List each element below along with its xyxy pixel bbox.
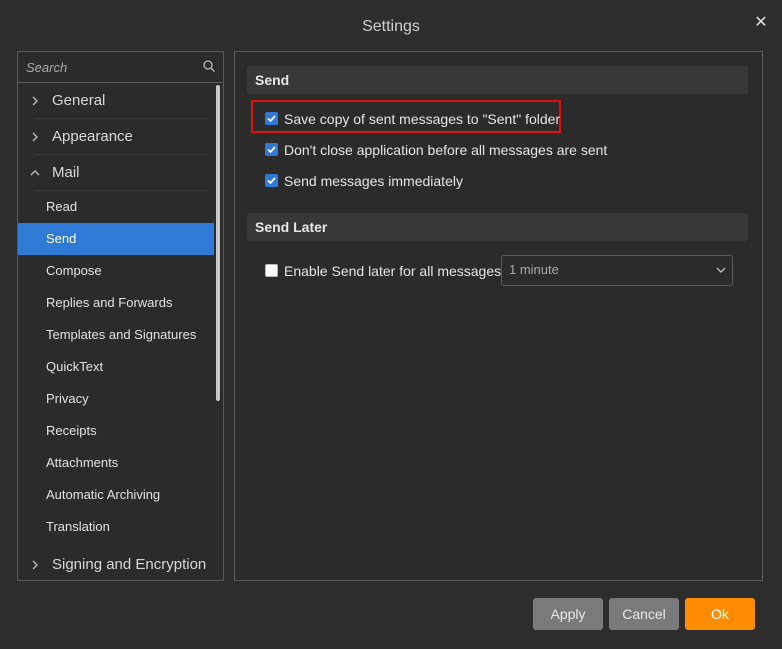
nav-item-label: Signing and Encryption [52, 556, 207, 573]
checkbox-checked-icon[interactable] [265, 174, 278, 187]
chevron-right-icon [32, 96, 38, 106]
chevron-right-icon [32, 132, 38, 142]
window-title: Settings [362, 18, 420, 35]
nav-item-quicktext[interactable]: QuickText [18, 351, 214, 383]
nav-item-automatic-archiving[interactable]: Automatic Archiving [18, 479, 214, 511]
checkbox-label: Send messages immediately [284, 173, 463, 189]
checkbox-label: Don't close application before all messa… [284, 142, 608, 158]
nav-item-templates-signatures[interactable]: Templates and Signatures [18, 319, 214, 351]
nav-item-replies-forwards[interactable]: Replies and Forwards [18, 287, 214, 319]
nav-item-send[interactable]: Send [18, 223, 214, 255]
chevron-up-icon [30, 170, 40, 176]
nav-item-general[interactable]: General [18, 83, 214, 119]
nav-item-label: Appearance [52, 128, 133, 145]
checkbox-checked-icon[interactable] [265, 143, 278, 156]
cancel-button[interactable]: Cancel [609, 598, 679, 630]
section-header-send: Send [247, 66, 748, 94]
section-header-send-later: Send Later [247, 213, 748, 241]
checkbox-label: Save copy of sent messages to "Sent" fol… [284, 111, 561, 127]
search-box [18, 52, 223, 83]
nav-item-translation[interactable]: Translation [18, 511, 214, 543]
search-input[interactable] [18, 52, 206, 82]
nav-item-label: General [52, 92, 106, 109]
nav-scrollbar[interactable] [216, 85, 220, 401]
settings-content-panel: Send Save copy of sent messages to "Sent… [234, 51, 763, 581]
nav-item-signing-encryption[interactable]: Signing and Encryption [18, 547, 214, 580]
close-icon[interactable]: ✕ [752, 14, 770, 32]
nav-item-appearance[interactable]: Appearance [18, 119, 214, 155]
ok-button[interactable]: Ok [685, 598, 755, 630]
checkbox-unchecked-icon[interactable] [265, 264, 278, 277]
nav-item-read[interactable]: Read [18, 191, 214, 223]
settings-nav-panel: General Appearance Mail Read Send Compos… [17, 51, 224, 581]
search-icon[interactable] [203, 60, 215, 72]
apply-button[interactable]: Apply [533, 598, 603, 630]
nav-item-attachments[interactable]: Attachments [18, 447, 214, 479]
nav-item-privacy[interactable]: Privacy [18, 383, 214, 415]
send-later-delay-select[interactable]: 1 minute [501, 255, 733, 286]
chevron-down-icon [716, 267, 726, 273]
nav-item-receipts[interactable]: Receipts [18, 415, 214, 447]
chevron-right-icon [32, 560, 38, 570]
nav-list: General Appearance Mail Read Send Compos… [18, 83, 214, 580]
checkbox-label: Enable Send later for all messages [284, 263, 502, 279]
nav-item-label: Mail [52, 164, 80, 181]
nav-item-mail[interactable]: Mail [18, 155, 214, 191]
checkbox-checked-icon[interactable] [265, 112, 278, 125]
nav-item-compose[interactable]: Compose [18, 255, 214, 287]
title-bar: Settings ✕ [0, 0, 782, 50]
select-value: 1 minute [509, 262, 559, 277]
